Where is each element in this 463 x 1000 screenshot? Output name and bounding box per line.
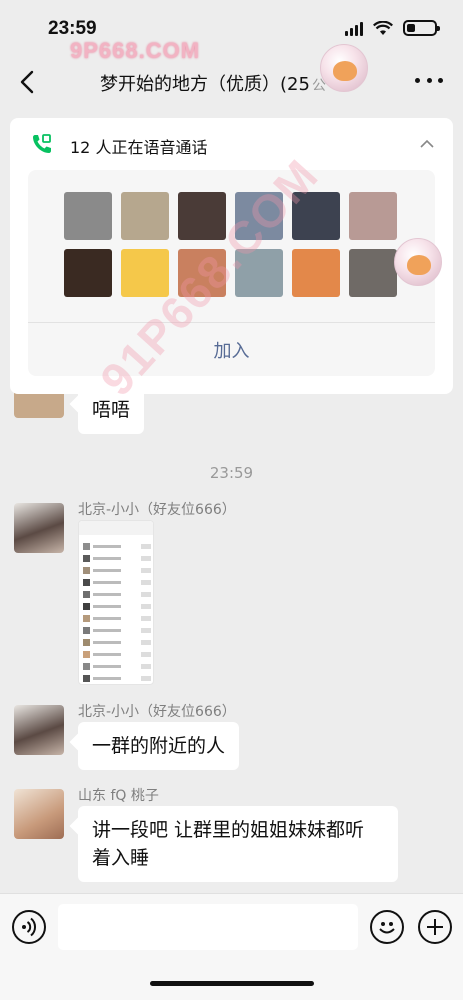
message-text-line: 讲一段吧 让群里的姐姐妹妹都听 bbox=[92, 819, 365, 841]
voice-input-button[interactable] bbox=[12, 910, 46, 944]
home-indicator bbox=[150, 981, 314, 986]
member-avatar[interactable] bbox=[349, 249, 397, 297]
screenshot-list-row bbox=[83, 627, 151, 635]
voice-call-header[interactable]: 12 人正在语音通话 bbox=[10, 118, 453, 170]
avatar[interactable] bbox=[14, 503, 64, 553]
message-bubble: 一群的附近的人 bbox=[78, 722, 240, 770]
voice-call-status: 12 人正在语音通话 bbox=[70, 138, 208, 157]
video-call-icon bbox=[33, 134, 51, 153]
nav-bar: 梦开始的地方（优质）(25 公 bbox=[0, 52, 463, 112]
screenshot-header-bar bbox=[79, 521, 153, 535]
smiley-icon bbox=[379, 922, 395, 934]
message-text: 一群的附近的人 bbox=[92, 735, 226, 757]
message-input[interactable] bbox=[58, 904, 358, 950]
screenshot-list-row bbox=[83, 555, 151, 563]
screenshot-list-row bbox=[83, 579, 151, 587]
member-avatar[interactable] bbox=[292, 249, 340, 297]
emoji-button[interactable] bbox=[370, 910, 404, 944]
screenshot-list-row bbox=[83, 567, 151, 575]
more-options-button[interactable] bbox=[415, 70, 443, 90]
battery-icon bbox=[403, 20, 440, 36]
member-avatar[interactable] bbox=[64, 192, 112, 240]
screenshot-list-row bbox=[83, 603, 151, 611]
message-bubble: 讲一段吧 让群里的姐姐妹妹都听 着入睡 bbox=[78, 806, 398, 882]
chat-title-suffix: 公 bbox=[311, 78, 326, 94]
mascot-badge-icon bbox=[394, 238, 442, 286]
chat-title: 梦开始的地方（优质）(25 公 bbox=[100, 70, 326, 96]
sound-wave-icon bbox=[22, 917, 37, 937]
screenshot-list-row bbox=[83, 543, 151, 551]
shared-screenshot-image[interactable] bbox=[78, 520, 154, 685]
cellular-signal-icon bbox=[345, 21, 363, 36]
message-timestamp: 23:59 bbox=[209, 464, 254, 482]
dot-icon bbox=[438, 77, 443, 83]
message-text-line: 着入睡 bbox=[92, 847, 150, 869]
screenshot-list-row bbox=[83, 663, 151, 671]
dot-icon bbox=[415, 77, 420, 83]
sender-name: 北京-小小（好友位666） bbox=[78, 502, 236, 518]
back-icon[interactable] bbox=[14, 68, 42, 96]
screenshot-list-row bbox=[83, 651, 151, 659]
member-avatar[interactable] bbox=[64, 249, 112, 297]
member-avatar[interactable] bbox=[121, 192, 169, 240]
screenshot-list-row bbox=[83, 639, 151, 647]
status-icons bbox=[345, 20, 440, 36]
screenshot-list-row bbox=[83, 675, 151, 683]
chevron-up-icon[interactable] bbox=[419, 136, 435, 152]
input-bar bbox=[0, 893, 463, 1000]
screenshot-list-row bbox=[83, 615, 151, 623]
more-actions-button[interactable] bbox=[418, 910, 452, 944]
screenshot-list-row bbox=[83, 591, 151, 599]
status-time: 23:59 bbox=[48, 18, 97, 39]
dot-icon bbox=[426, 77, 432, 83]
member-avatar[interactable] bbox=[349, 192, 397, 240]
avatar[interactable] bbox=[14, 789, 64, 839]
plus-icon bbox=[427, 919, 443, 935]
sender-name: 北京-小小（好友位666） bbox=[78, 704, 236, 720]
avatar[interactable] bbox=[14, 705, 64, 755]
wifi-icon bbox=[373, 20, 393, 35]
chat-title-text: 梦开始的地方（优质）(25 bbox=[100, 74, 310, 95]
sender-name: 山东 fQ 桃子 bbox=[78, 788, 159, 804]
join-call-button[interactable]: 加入 bbox=[28, 323, 435, 376]
